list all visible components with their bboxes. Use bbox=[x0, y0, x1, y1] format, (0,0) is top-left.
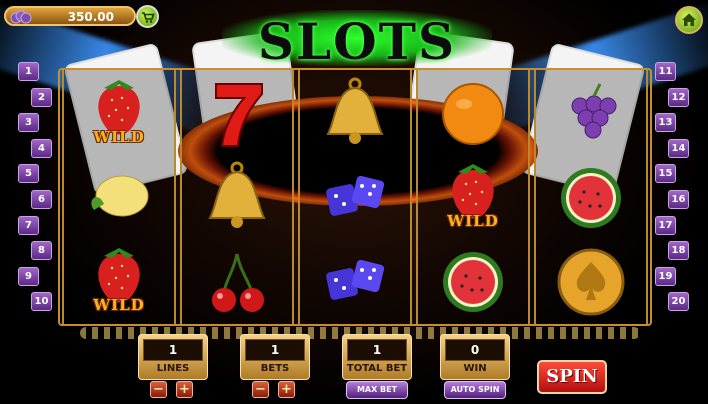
bets-value: 1 bbox=[245, 339, 305, 361]
bets-minus-button[interactable]: − bbox=[252, 381, 269, 398]
grapes-icon bbox=[571, 83, 617, 139]
line-button-19[interactable]: 19 bbox=[655, 266, 676, 286]
wild-label: WILD bbox=[93, 128, 145, 146]
reel-symbol-spade-coin bbox=[536, 240, 646, 324]
orange-icon bbox=[442, 83, 504, 145]
line-button-13[interactable]: 13 bbox=[655, 113, 676, 133]
reel-4: WILD bbox=[416, 70, 530, 324]
line-button-1[interactable]: 1 bbox=[18, 62, 39, 81]
line-button-8[interactable]: 8 bbox=[31, 241, 52, 261]
coins-icon bbox=[10, 10, 32, 24]
reel-2 bbox=[180, 70, 294, 324]
bets-label: BETS bbox=[260, 363, 290, 374]
win-panel: 0 WIN bbox=[440, 334, 510, 380]
line-button-17[interactable]: 17 bbox=[655, 215, 676, 235]
auto-spin-button[interactable]: AUTO SPIN bbox=[444, 381, 506, 399]
line-button-3[interactable]: 3 bbox=[18, 113, 39, 133]
reel-symbol-cherries bbox=[182, 240, 292, 324]
balance-value: 350.00 bbox=[67, 10, 114, 24]
lemon-icon bbox=[91, 175, 149, 217]
line-button-16[interactable]: 16 bbox=[668, 190, 689, 209]
line-button-11[interactable]: 11 bbox=[655, 62, 676, 81]
total-bet-value: 1 bbox=[347, 339, 407, 361]
cart-icon bbox=[142, 12, 155, 23]
reel-symbol-seven bbox=[182, 72, 292, 156]
line-button-5[interactable]: 5 bbox=[18, 164, 39, 184]
balance-bar: 350.00 bbox=[4, 6, 136, 26]
total-bet-label: TOTAL BET bbox=[346, 363, 408, 374]
line-button-12[interactable]: 12 bbox=[668, 87, 689, 107]
watermelon-icon bbox=[561, 168, 621, 228]
line-button-4[interactable]: 4 bbox=[31, 138, 52, 158]
win-value: 0 bbox=[445, 339, 505, 361]
lines-value: 1 bbox=[143, 339, 203, 361]
spade-coin-icon bbox=[557, 248, 625, 316]
home-button[interactable] bbox=[675, 6, 703, 34]
game-title: SLOTS bbox=[257, 12, 457, 71]
seven-icon bbox=[215, 83, 263, 147]
lines-label: LINES bbox=[156, 363, 190, 374]
bets-panel: 1 BETS bbox=[240, 334, 310, 380]
bell-icon bbox=[208, 161, 266, 228]
lines-plus-button[interactable]: + bbox=[176, 381, 193, 398]
shop-button[interactable] bbox=[136, 5, 159, 28]
reel-1: WILD WILD bbox=[62, 70, 176, 324]
reel-symbol-strawberry: WILD bbox=[64, 240, 174, 324]
line-button-14[interactable]: 14 bbox=[668, 138, 689, 158]
line-button-18[interactable]: 18 bbox=[668, 241, 689, 261]
wild-label: WILD bbox=[447, 212, 499, 230]
wild-label: WILD bbox=[93, 296, 145, 314]
line-button-2[interactable]: 2 bbox=[31, 87, 52, 107]
lines-panel: 1 LINES bbox=[138, 334, 208, 380]
spin-button[interactable]: SPIN bbox=[537, 360, 607, 394]
line-button-15[interactable]: 15 bbox=[655, 164, 676, 184]
win-label: WIN bbox=[463, 363, 487, 374]
home-icon bbox=[682, 13, 696, 26]
reel-symbol-watermelon bbox=[418, 240, 528, 324]
reel-symbol-bell bbox=[182, 156, 292, 240]
line-button-9[interactable]: 9 bbox=[18, 266, 39, 286]
dice-icon bbox=[326, 175, 385, 216]
max-bet-button[interactable]: MAX BET bbox=[346, 381, 408, 399]
line-button-7[interactable]: 7 bbox=[18, 215, 39, 235]
line-button-6[interactable]: 6 bbox=[31, 190, 52, 209]
cherries-icon bbox=[212, 253, 264, 312]
reel-symbol-dice bbox=[300, 156, 410, 240]
reel-3 bbox=[298, 70, 412, 324]
reel-symbol-lemon bbox=[64, 156, 174, 240]
reel-5 bbox=[534, 70, 648, 324]
bets-plus-button[interactable]: + bbox=[278, 381, 295, 398]
reel-symbol-strawberry: WILD bbox=[418, 156, 528, 240]
reel-symbol-watermelon bbox=[536, 156, 646, 240]
reel-symbol-orange bbox=[418, 72, 528, 156]
slot-machine-screen: SLOTS 350.00 1 2 3 4 5 6 7 8 9 10 11 12 13 14 15 16 17 1… bbox=[0, 0, 708, 404]
reel-symbol-grapes bbox=[536, 72, 646, 156]
bell-icon bbox=[326, 77, 384, 144]
reel-symbol-dice bbox=[300, 240, 410, 324]
lines-minus-button[interactable]: − bbox=[150, 381, 167, 398]
line-button-20[interactable]: 20 bbox=[668, 292, 689, 312]
reel-symbol-bell bbox=[300, 72, 410, 156]
line-button-10[interactable]: 10 bbox=[31, 292, 52, 312]
total-bet-panel: 1 TOTAL BET bbox=[342, 334, 412, 380]
reel-symbol-strawberry: WILD bbox=[64, 72, 174, 156]
watermelon-icon bbox=[443, 252, 503, 312]
dice-icon bbox=[326, 259, 385, 300]
